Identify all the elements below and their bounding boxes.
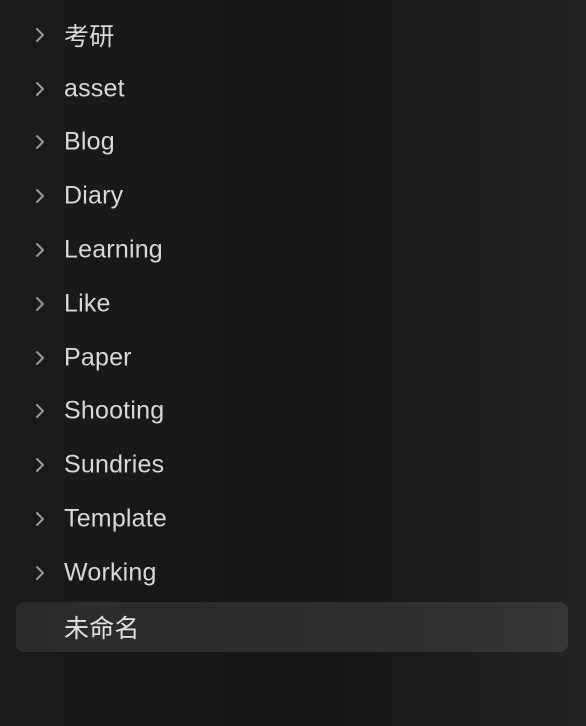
- tree-item-learning-folder[interactable]: Learning: [0, 223, 586, 277]
- tree-item-working-folder[interactable]: Working: [0, 546, 586, 600]
- chevron-right-icon[interactable]: [31, 402, 49, 420]
- tree-item-label: Learning: [64, 235, 163, 264]
- tree-item-sundries-folder[interactable]: Sundries: [0, 438, 586, 492]
- tree-item-untitled-file[interactable]: 未命名: [0, 600, 586, 654]
- chevron-right-icon[interactable]: [31, 349, 49, 367]
- chevron-right-icon[interactable]: [31, 187, 49, 205]
- chevron-right-icon[interactable]: [31, 564, 49, 582]
- tree-item-label: Shooting: [64, 396, 165, 425]
- tree-item-label: Like: [64, 289, 111, 318]
- tree-item-label: Template: [64, 504, 168, 533]
- tree-item-label: 考研: [64, 22, 115, 51]
- tree-item-label: Working: [64, 558, 157, 587]
- tree-item-template-folder[interactable]: Template: [0, 492, 586, 546]
- chevron-right-icon[interactable]: [31, 80, 49, 98]
- chevron-right-icon[interactable]: [31, 133, 49, 151]
- tree-item-kaoyan-folder[interactable]: 考研: [0, 8, 586, 62]
- tree-item-label: Blog: [64, 127, 115, 156]
- file-tree: 考研 asset Blog Diary Learning Like Paper …: [0, 8, 586, 654]
- tree-item-label: Paper: [64, 343, 132, 372]
- tree-item-label: Diary: [64, 181, 124, 210]
- chevron-right-icon[interactable]: [31, 456, 49, 474]
- tree-item-like-folder[interactable]: Like: [0, 277, 586, 331]
- tree-item-diary-folder[interactable]: Diary: [0, 169, 586, 223]
- tree-item-asset-folder[interactable]: asset: [0, 62, 586, 116]
- chevron-right-icon[interactable]: [31, 510, 49, 528]
- tree-item-label: asset: [64, 74, 125, 103]
- chevron-right-icon[interactable]: [31, 241, 49, 259]
- tree-item-shooting-folder[interactable]: Shooting: [0, 385, 586, 439]
- tree-item-blog-folder[interactable]: Blog: [0, 116, 586, 170]
- file-explorer-panel: 考研 asset Blog Diary Learning Like Paper …: [0, 0, 586, 726]
- tree-item-label: Sundries: [64, 450, 165, 479]
- tree-item-label: 未命名: [64, 614, 140, 643]
- tree-item-paper-folder[interactable]: Paper: [0, 331, 586, 385]
- chevron-right-icon[interactable]: [31, 295, 49, 313]
- chevron-right-icon[interactable]: [31, 26, 49, 44]
